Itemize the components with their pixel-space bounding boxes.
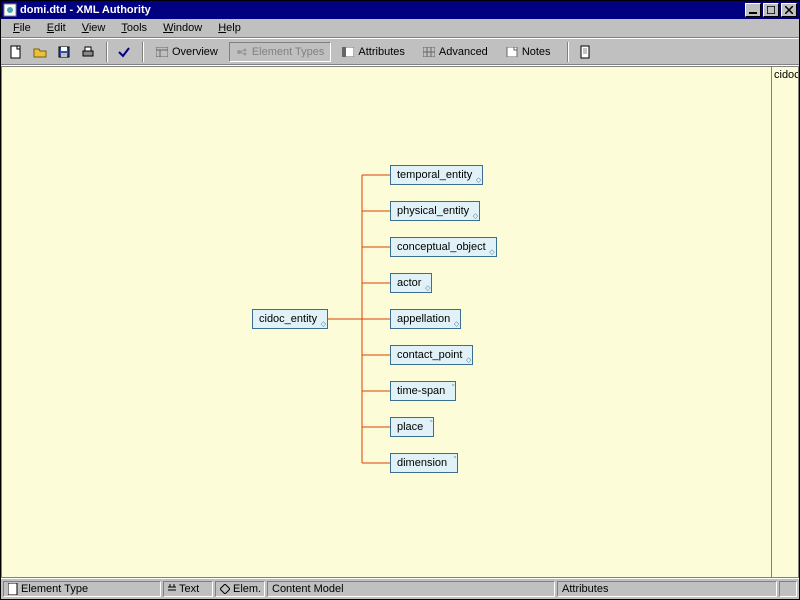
- connector-lines: [2, 67, 771, 577]
- toolbar-separator: [142, 42, 144, 62]
- tab-label: Element Types: [252, 46, 325, 58]
- node-child[interactable]: dimension ▫: [390, 453, 458, 473]
- node-label: conceptual_object: [397, 241, 486, 253]
- status-grip: [779, 581, 797, 597]
- element-types-icon: [236, 47, 248, 57]
- toolbar: Overview Element Types Attributes Advanc…: [1, 38, 799, 65]
- attr-handle-icon: ▫: [454, 454, 456, 461]
- expand-handle-icon: ◇: [466, 357, 471, 364]
- menu-edit[interactable]: Edit: [39, 20, 74, 36]
- tab-advanced[interactable]: Advanced: [416, 42, 495, 62]
- status-label: Element Type: [21, 583, 88, 595]
- node-label: dimension: [397, 457, 447, 469]
- tab-notes[interactable]: Notes: [499, 42, 558, 62]
- text-icon: [168, 584, 176, 594]
- status-label: Attributes: [562, 583, 608, 595]
- node-label: place: [397, 421, 423, 433]
- node-child[interactable]: appellation ◇: [390, 309, 461, 329]
- close-button[interactable]: [781, 3, 797, 17]
- toolbar-separator: [106, 42, 108, 62]
- menu-file[interactable]: File: [5, 20, 39, 36]
- app-window: domi.dtd - XML Authority File Edit View …: [0, 0, 800, 600]
- node-label: contact_point: [397, 349, 462, 361]
- menu-bar: File Edit View Tools Window Help: [1, 19, 799, 38]
- expand-handle-icon: ◇: [476, 177, 481, 184]
- node-child[interactable]: time-span ▫: [390, 381, 456, 401]
- tab-attributes[interactable]: Attributes: [335, 42, 411, 62]
- status-bar: Element Type Text Elem. Content Model At…: [1, 578, 799, 599]
- app-icon: [3, 3, 17, 17]
- document-button[interactable]: [574, 42, 596, 62]
- expand-handle-icon: ◇: [489, 249, 494, 256]
- save-button[interactable]: [53, 42, 75, 62]
- node-label: actor: [397, 277, 421, 289]
- menu-view[interactable]: View: [74, 20, 114, 36]
- advanced-icon: [423, 47, 435, 57]
- expand-handle-icon: ◇: [425, 285, 430, 292]
- work-area: cidoc_entity ◇ temporal_entity ◇ physical…: [1, 65, 799, 578]
- tab-label: Advanced: [439, 46, 488, 58]
- node-label: cidoc_entity: [259, 313, 317, 325]
- window-title: domi.dtd - XML Authority: [20, 4, 743, 16]
- status-label: Text: [179, 583, 199, 595]
- status-label: Content Model: [272, 583, 344, 595]
- status-element-type[interactable]: Element Type: [3, 581, 161, 597]
- tab-overview[interactable]: Overview: [149, 42, 225, 62]
- toolbar-separator: [567, 42, 569, 62]
- attr-handle-icon: ▫: [452, 382, 454, 389]
- minimize-button[interactable]: [745, 3, 761, 17]
- node-child[interactable]: place ▫: [390, 417, 434, 437]
- node-label: appellation: [397, 313, 450, 325]
- status-label: Elem.: [233, 583, 261, 595]
- menu-tools[interactable]: Tools: [113, 20, 155, 36]
- tab-element-types[interactable]: Element Types: [229, 42, 332, 62]
- notes-icon: [506, 47, 518, 57]
- page-icon: [8, 583, 18, 595]
- tab-label: Overview: [172, 46, 218, 58]
- node-label: physical_entity: [397, 205, 469, 217]
- node-child[interactable]: temporal_entity ◇: [390, 165, 483, 185]
- side-label: cidoc: [774, 69, 799, 81]
- status-content-model[interactable]: Content Model: [267, 581, 555, 597]
- elem-icon: [220, 584, 230, 594]
- node-label: temporal_entity: [397, 169, 472, 181]
- schema-canvas[interactable]: cidoc_entity ◇ temporal_entity ◇ physical…: [1, 66, 771, 578]
- node-child[interactable]: conceptual_object◇: [390, 237, 497, 257]
- tab-label: Notes: [522, 46, 551, 58]
- validate-button[interactable]: [113, 42, 135, 62]
- expand-handle-icon: ◇: [454, 321, 459, 328]
- status-elem[interactable]: Elem.: [215, 581, 265, 597]
- window-buttons: [743, 3, 797, 17]
- node-child[interactable]: physical_entity ◇: [390, 201, 480, 221]
- expand-handle-icon: ◇: [473, 213, 478, 220]
- tab-label: Attributes: [358, 46, 404, 58]
- expand-handle-icon: ◇: [321, 321, 326, 328]
- attributes-icon: [342, 47, 354, 57]
- menu-help[interactable]: Help: [210, 20, 249, 36]
- status-attributes[interactable]: Attributes: [557, 581, 777, 597]
- node-child[interactable]: actor ◇: [390, 273, 432, 293]
- status-text[interactable]: Text: [163, 581, 213, 597]
- node-label: time-span: [397, 385, 445, 397]
- title-bar: domi.dtd - XML Authority: [1, 1, 799, 19]
- node-child[interactable]: contact_point ◇: [390, 345, 473, 365]
- print-button[interactable]: [77, 42, 99, 62]
- side-panel[interactable]: cidoc: [771, 66, 799, 578]
- attr-handle-icon: ▫: [430, 418, 432, 425]
- menu-window[interactable]: Window: [155, 20, 210, 36]
- overview-icon: [156, 47, 168, 57]
- new-button[interactable]: [5, 42, 27, 62]
- open-button[interactable]: [29, 42, 51, 62]
- node-root[interactable]: cidoc_entity ◇: [252, 309, 328, 329]
- maximize-button[interactable]: [763, 3, 779, 17]
